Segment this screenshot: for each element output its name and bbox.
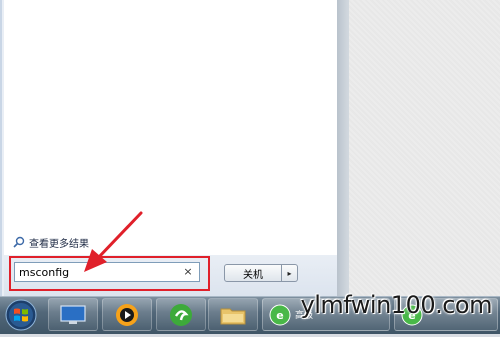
taskbar-green-app-button[interactable]	[156, 298, 206, 331]
desktop-monitor-icon	[60, 304, 86, 324]
start-menu-results-pane	[4, 0, 338, 255]
site-watermark: ylmfwin100.com	[300, 291, 493, 319]
shutdown-button-group: 关机 ▸	[224, 264, 298, 282]
taskbar-explorer-button[interactable]	[208, 298, 258, 331]
taskbar-desktop-button[interactable]	[48, 298, 98, 331]
media-player-icon	[116, 303, 138, 326]
search-icon	[13, 236, 25, 248]
start-menu-right-pane	[337, 0, 500, 296]
shutdown-button[interactable]: 关机	[224, 264, 282, 282]
start-menu: 查看更多结果 × 关机 ▸	[0, 0, 500, 296]
windows-start-orb[interactable]	[1, 297, 43, 333]
ie-green-icon: e	[269, 304, 291, 325]
green-app-icon	[170, 303, 192, 326]
taskbar-media-player-button[interactable]	[102, 298, 152, 331]
svg-text:e: e	[276, 309, 283, 322]
right-pane-background	[349, 0, 500, 296]
see-more-results-link[interactable]: 查看更多结果	[13, 234, 89, 250]
annotation-highlight-box	[9, 256, 210, 291]
folder-icon	[220, 308, 246, 324]
shutdown-options-arrow-icon[interactable]: ▸	[282, 264, 298, 282]
see-more-results-label: 查看更多结果	[29, 238, 89, 250]
